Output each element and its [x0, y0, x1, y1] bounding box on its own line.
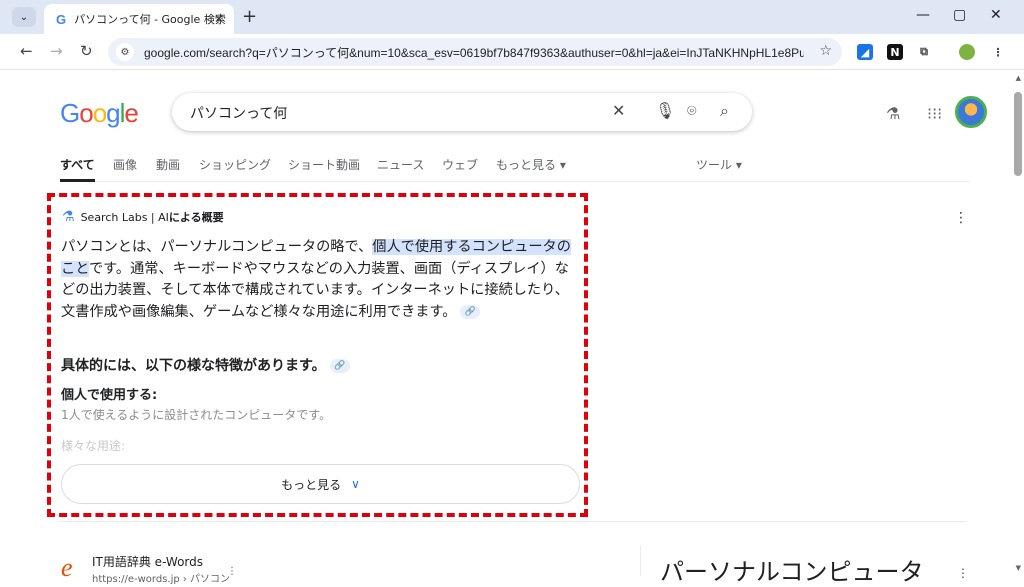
chevron-down-icon: ⌄: [19, 11, 29, 23]
close-window-icon[interactable]: ✕: [990, 7, 1002, 23]
profile-avatar-icon[interactable]: [959, 44, 975, 60]
knowledge-panel-menu-icon[interactable]: ⋮: [957, 566, 969, 580]
tools-button[interactable]: ツール ▾: [696, 156, 742, 173]
result-site-name[interactable]: IT用語辞典 e-Words: [92, 553, 203, 570]
show-more-label: もっと見る: [281, 477, 342, 492]
tab-videos[interactable]: 動画: [156, 156, 180, 173]
clear-icon[interactable]: ✕: [612, 101, 625, 120]
tab-search-button[interactable]: ⌄: [12, 7, 36, 27]
tab-web[interactable]: ウェブ: [442, 156, 478, 173]
scroll-up-arrow-icon[interactable]: ▲: [1016, 74, 1021, 82]
minimize-icon[interactable]: —: [916, 7, 930, 23]
chrome-menu-icon[interactable]: ⋮: [990, 44, 1006, 60]
browser-titlebar: ⌄ G パソコンって何 - Google 検索 ✕ + — ▢ ✕: [0, 0, 1024, 34]
tab-more[interactable]: もっと見る ▾: [496, 156, 566, 173]
tab-short-videos[interactable]: ショート動画: [288, 156, 360, 173]
site-info-icon[interactable]: ⚙: [116, 43, 134, 61]
google-logo[interactable]: Google: [60, 98, 139, 129]
labs-flask-icon[interactable]: ⚗: [886, 104, 900, 123]
back-icon[interactable]: ←: [20, 42, 33, 60]
search-box[interactable]: パソコンって何 ✕ 🎙 ⌾ ⌕: [172, 93, 752, 131]
scroll-down-arrow-icon[interactable]: ▼: [1016, 564, 1021, 572]
chevron-down-icon: ∨: [351, 477, 360, 491]
ai-subheading: 具体的には、以下の様な特徴があります。 🔗: [61, 355, 350, 375]
ai-overview-header: ⚗ Search Labs | AI による概要: [62, 209, 224, 225]
result-menu-icon[interactable]: ⋮: [227, 566, 237, 577]
tab-images[interactable]: 画像: [113, 156, 137, 173]
tab-title: パソコンって何 - Google 検索: [74, 13, 226, 26]
ai-intro-after: です。通常、キーボードやマウスなどの入力装置、画面（ディスプレイ）などの出力装置…: [61, 260, 569, 320]
extension-blue-icon[interactable]: ◢: [857, 44, 873, 60]
knowledge-panel-title: パーソナルコンピュータ: [660, 558, 924, 586]
logo-letter: e: [124, 98, 139, 128]
tab-news[interactable]: ニュース: [377, 156, 424, 173]
ai-header-brand: Search Labs | AI: [80, 210, 169, 224]
e-words-favicon-icon: e: [61, 553, 73, 582]
column-divider: [640, 545, 641, 576]
lens-camera-icon[interactable]: ⌾: [687, 101, 697, 121]
labs-flask-icon: ⚗: [62, 209, 75, 225]
ai-overview-menu-icon[interactable]: ⋮: [954, 210, 968, 226]
logo-letter: g: [106, 98, 121, 128]
show-more-button[interactable]: もっと見る ∨: [61, 464, 580, 504]
url-text: google.com/search?q=パソコンって何&num=10&sca_e…: [144, 45, 804, 60]
ai-overview-text: パソコンとは、パーソナルコンピュータの略で、個人で使用するコンピュータのことです…: [61, 237, 579, 323]
page-scrollbar[interactable]: [1014, 92, 1022, 176]
apps-grid-icon[interactable]: ⁝⁝⁝: [927, 104, 942, 123]
browser-tab[interactable]: G パソコンって何 - Google 検索 ✕: [44, 4, 234, 34]
google-logo-text: Google: [60, 98, 139, 128]
google-favicon-icon: G: [56, 11, 67, 27]
source-link-icon[interactable]: 🔗: [460, 304, 481, 319]
logo-letter: o: [79, 98, 94, 128]
microphone-icon[interactable]: 🎙: [655, 101, 675, 120]
section-divider: [60, 521, 966, 522]
ai-intro-before: パソコンとは、パーソナルコンピュータの略で、: [61, 239, 373, 255]
close-tab-icon[interactable]: ✕: [214, 12, 224, 26]
source-link-icon[interactable]: 🔗: [329, 359, 350, 373]
forward-icon[interactable]: →: [50, 42, 63, 60]
search-nav-tabs: すべて 画像 動画 ショッピング ショート動画 ニュース ウェブ もっと見る ▾…: [60, 156, 970, 182]
search-input[interactable]: パソコンって何: [190, 103, 287, 123]
feature-text: 1人で使えるように設計されたコンピュータです。: [61, 408, 332, 422]
notion-icon[interactable]: N: [887, 44, 903, 60]
logo-letter: G: [60, 98, 80, 128]
reload-icon[interactable]: ↻: [80, 42, 93, 60]
faded-text: 様々な用途:: [61, 439, 126, 453]
result-url[interactable]: https://e-words.jp › パソコン: [92, 570, 230, 585]
tab-all[interactable]: すべて: [60, 156, 95, 182]
maximize-icon[interactable]: ▢: [953, 7, 966, 23]
account-avatar[interactable]: [955, 96, 987, 128]
search-icon[interactable]: ⌕: [720, 101, 729, 121]
extensions-puzzle-icon[interactable]: ⧉: [916, 44, 932, 60]
ai-header-suffix: による概要: [168, 211, 224, 224]
address-bar[interactable]: ⚙ google.com/search?q=パソコンって何&num=10&sca…: [108, 38, 842, 66]
bookmark-star-icon[interactable]: ☆: [819, 43, 832, 59]
ai-subheading-text: 具体的には、以下の様な特徴があります。: [61, 358, 326, 374]
feature-title: 個人で使用する:: [61, 388, 158, 403]
tab-shopping[interactable]: ショッピング: [199, 156, 271, 173]
new-tab-button[interactable]: +: [242, 6, 257, 27]
logo-letter: o: [92, 98, 108, 128]
